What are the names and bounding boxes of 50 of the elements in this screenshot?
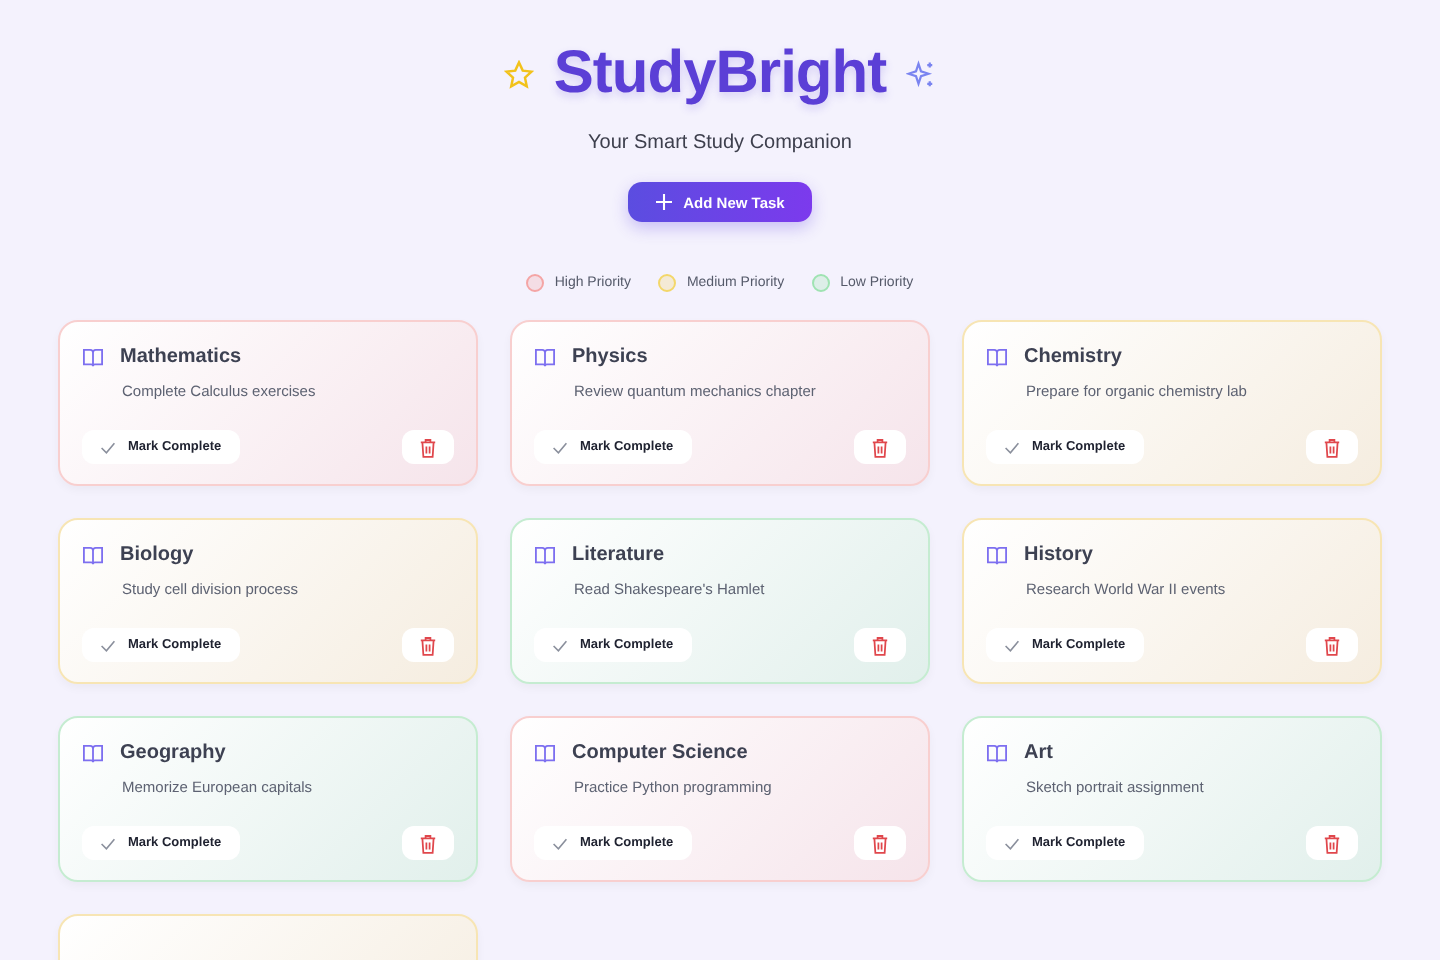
- book-icon: [534, 743, 556, 763]
- delete-button[interactable]: [1306, 628, 1358, 662]
- subtitle: Your Smart Study Companion: [588, 132, 852, 154]
- book-icon: [986, 545, 1008, 565]
- check-icon: [552, 837, 568, 849]
- check-icon: [100, 837, 116, 849]
- delete-button[interactable]: [854, 826, 906, 860]
- task-subject: Biology: [120, 544, 194, 566]
- check-icon: [100, 441, 116, 453]
- check-icon: [1004, 441, 1020, 453]
- app-title: StudyBright: [553, 40, 887, 108]
- trash-icon: [420, 437, 436, 457]
- task-subject: Chemistry: [1024, 346, 1122, 368]
- sparkles-icon: [906, 59, 937, 89]
- star-icon: [503, 59, 534, 89]
- delete-button[interactable]: [402, 628, 454, 662]
- trash-icon: [1324, 833, 1340, 853]
- book-icon: [82, 347, 104, 367]
- book-icon: [82, 545, 104, 565]
- task-subject: Literature: [572, 544, 665, 566]
- check-icon: [1004, 837, 1020, 849]
- trash-icon: [872, 437, 888, 457]
- book-icon: [986, 347, 1008, 367]
- trash-icon: [1324, 635, 1340, 655]
- delete-button[interactable]: [854, 628, 906, 662]
- delete-button[interactable]: [402, 430, 454, 464]
- check-icon: [100, 639, 116, 651]
- delete-button[interactable]: [1306, 826, 1358, 860]
- delete-button[interactable]: [1306, 430, 1358, 464]
- trash-icon: [872, 635, 888, 655]
- task-subject: Mathematics: [120, 346, 242, 368]
- book-icon: [82, 743, 104, 763]
- book-icon: [986, 743, 1008, 763]
- check-icon: [1004, 639, 1020, 651]
- task-subject: History: [1024, 544, 1093, 566]
- task-subject: Physics: [572, 346, 648, 368]
- check-icon: [552, 441, 568, 453]
- task-subject: Geography: [120, 742, 226, 764]
- plus-icon: [655, 194, 672, 210]
- delete-button[interactable]: [854, 430, 906, 464]
- trash-icon: [872, 833, 888, 853]
- task-subject: Computer Science: [572, 742, 748, 764]
- trash-icon: [420, 833, 436, 853]
- trash-icon: [1324, 437, 1340, 457]
- check-icon: [552, 639, 568, 651]
- book-icon: [534, 545, 556, 565]
- book-icon: [534, 347, 556, 367]
- trash-icon: [420, 635, 436, 655]
- delete-button[interactable]: [402, 826, 454, 860]
- task-subject: Art: [1024, 742, 1053, 764]
